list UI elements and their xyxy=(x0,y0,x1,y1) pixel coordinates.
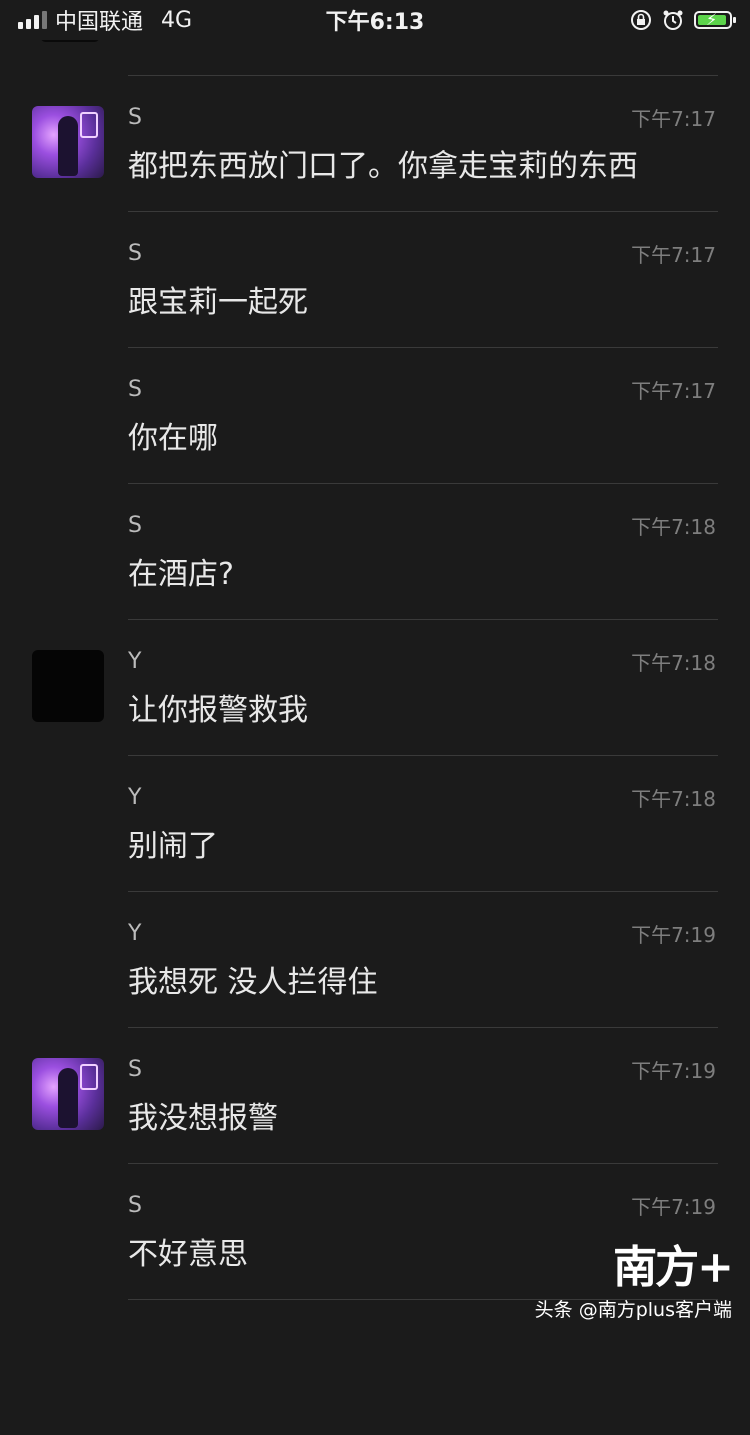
message-time: 下午7:17 xyxy=(631,379,716,403)
message-item[interactable]: Y 下午7:19 我想死 没人拦得住 xyxy=(0,891,750,1027)
status-right: ⚡ xyxy=(630,9,736,31)
message-divider xyxy=(128,483,718,484)
avatar[interactable] xyxy=(32,1058,104,1130)
signal-strength-icon xyxy=(18,11,47,29)
message-divider xyxy=(128,1163,718,1164)
status-bar: 中国联通 4G 下午6:13 ⚡ xyxy=(0,0,750,40)
sender-name: S xyxy=(128,241,142,266)
watermark: 南方+ 头条 @南方plus客户端 xyxy=(534,1231,734,1322)
sender-name: S xyxy=(128,377,142,402)
sender-name: S xyxy=(128,513,142,538)
message-divider xyxy=(128,347,718,348)
sender-name: Y xyxy=(128,649,142,674)
alarm-icon xyxy=(663,10,683,30)
message-text: 我没想报警 xyxy=(128,1101,278,1136)
message-item[interactable]: Y 下午7:18 别闹了 xyxy=(0,755,750,891)
message-time: 下午7:18 xyxy=(631,787,716,811)
network-type: 4G xyxy=(161,7,193,33)
message-item[interactable]: S 下午7:19 我没想报警 xyxy=(0,1027,750,1163)
message-time: 下午7:19 xyxy=(631,1059,716,1083)
orientation-lock-icon xyxy=(631,10,651,30)
message-text: 你在哪 xyxy=(128,421,218,456)
avatar[interactable] xyxy=(32,106,104,178)
sender-name: S xyxy=(128,1193,142,1218)
sender-name: Y xyxy=(128,785,142,810)
sender-name: S xyxy=(128,1057,142,1082)
message-item[interactable]: S 下午7:17 跟宝莉一起死 xyxy=(0,211,750,347)
message-text: 不好意思 xyxy=(128,1237,248,1272)
message-divider xyxy=(128,75,718,76)
avatar[interactable] xyxy=(32,650,104,722)
message-divider xyxy=(128,211,718,212)
message-divider xyxy=(128,891,718,892)
battery-icon: ⚡ xyxy=(694,10,736,29)
message-item[interactable]: Y 下午7:18 让你报警救我 xyxy=(0,619,750,755)
message-time: 下午7:19 xyxy=(631,923,716,947)
message-item[interactable]: S 下午7:17 你在哪 xyxy=(0,347,750,483)
message-divider xyxy=(128,619,718,620)
message-text: 在酒店? xyxy=(128,557,234,592)
message-text: 跟宝莉一起死 xyxy=(128,285,308,320)
watermark-caption: 头条 @南方plus客户端 xyxy=(534,1299,732,1321)
message-time: 下午7:18 xyxy=(631,515,716,539)
message-text: 我想死 没人拦得住 xyxy=(128,965,378,1000)
message-text: 别闹了 xyxy=(128,829,218,864)
message-divider xyxy=(128,1027,718,1028)
message-divider xyxy=(128,755,718,756)
sender-name: Y xyxy=(128,921,142,946)
watermark-logo: 南方+ xyxy=(613,1242,734,1293)
message-item[interactable]: S 下午7:17 都把东西放门口了。你拿走宝莉的东西 xyxy=(0,75,750,211)
message-time: 下午7:19 xyxy=(631,1195,716,1219)
message-time: 下午7:17 xyxy=(631,107,716,131)
message-time: 下午7:17 xyxy=(631,243,716,267)
message-text: 都把东西放门口了。你拿走宝莉的东西 xyxy=(128,149,638,184)
status-left: 中国联通 4G xyxy=(18,4,192,36)
carrier-name: 中国联通 xyxy=(55,10,144,35)
message-time: 下午7:18 xyxy=(631,651,716,675)
sender-name: S xyxy=(128,105,142,130)
message-text: 让你报警救我 xyxy=(128,693,308,728)
message-item[interactable]: S 下午7:18 在酒店? xyxy=(0,483,750,619)
